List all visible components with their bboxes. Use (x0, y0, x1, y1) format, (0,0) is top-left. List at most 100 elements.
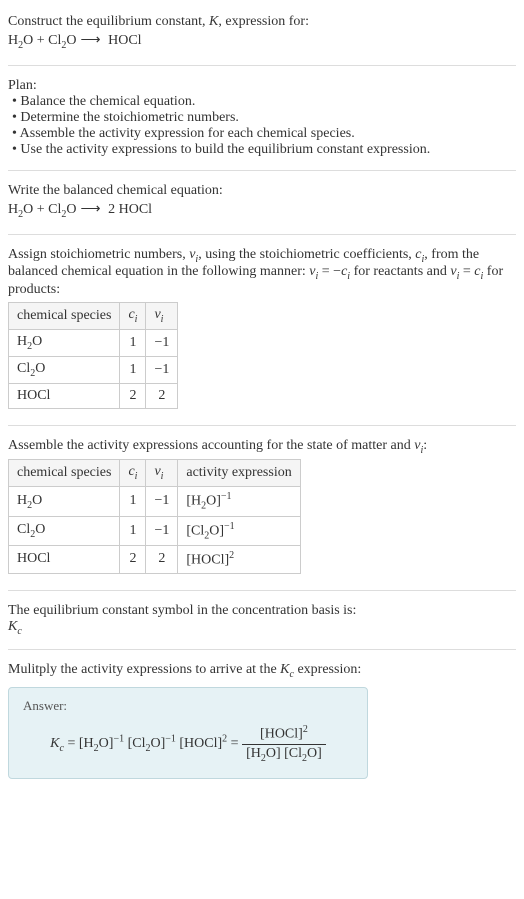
ans-num-lb: [HOCl] (260, 727, 303, 742)
divider (8, 65, 516, 66)
st-h-prefix: Assign stoichiometric numbers, (8, 247, 189, 262)
act-r2-lb: [Cl (186, 523, 204, 538)
eq-plus: + (33, 33, 48, 48)
title-prefix: Construct the equilibrium constant, (8, 14, 209, 29)
multiply-section: Mulitply the activity expressions to arr… (8, 656, 516, 785)
table-row: Cl2O 1 −1 (9, 356, 178, 383)
act-th-nu-sub: i (161, 471, 164, 482)
act-r2-nu: −1 (146, 516, 178, 545)
act-r1-h: H (17, 493, 27, 508)
ans-t2-rb: O] (150, 736, 165, 751)
st-r2-species: Cl2O (9, 356, 120, 383)
answer-fraction: [HOCl]2[H2O] [Cl2O] (242, 724, 326, 763)
ans-den-t1-rb: O] (266, 746, 281, 761)
bal-cl2o-o: O (66, 202, 76, 217)
answer-label: Answer: (23, 698, 353, 714)
st-r1-c: 1 (120, 329, 146, 356)
st-r1-o: O (32, 334, 42, 349)
bal-cl2o-cl: Cl (48, 202, 61, 217)
activity-heading: Assemble the activity expressions accoun… (8, 438, 516, 456)
act-r3-sup: 2 (229, 550, 234, 561)
answer-expression: Kc = [H2O]−1 [Cl2O]−1 [HOCl]2 = [HOCl]2[… (23, 720, 353, 767)
plan-item-3: • Assemble the activity expression for e… (8, 126, 516, 142)
divider (8, 234, 516, 235)
table-row: HOCl 2 2 (9, 383, 178, 408)
table-row: H2O 1 −1 (9, 329, 178, 356)
ans-t1-lb: [H (79, 736, 94, 751)
ans-t2-sup: −1 (165, 734, 176, 745)
divider (8, 590, 516, 591)
ans-num-sup: 2 (303, 724, 308, 735)
act-r1-sup: −1 (221, 491, 232, 502)
act-r3-species: HOCl (9, 546, 120, 574)
act-r2-cl: Cl (17, 522, 30, 537)
st-r1-nu: −1 (146, 329, 178, 356)
eq-h2o-o: O (23, 33, 33, 48)
stoich-table: chemical species ci νi H2O 1 −1 Cl2O 1 −… (8, 302, 178, 408)
plan-item-4: • Use the activity expressions to build … (8, 142, 516, 158)
symbol-section: The equilibrium constant symbol in the c… (8, 597, 516, 643)
st-r3-species: HOCl (9, 383, 120, 408)
bal-arrow: ⟶ (77, 202, 105, 217)
ans-t1-sup: −1 (113, 734, 124, 745)
st-r1-species: H2O (9, 329, 120, 356)
act-th-c: ci (120, 460, 146, 487)
stoich-section: Assign stoichiometric numbers, νi , using… (8, 241, 516, 419)
bal-plus: + (33, 202, 48, 217)
symbol-heading: The equilibrium constant symbol in the c… (8, 603, 516, 619)
table-row: H2O 1 −1 [H2O]−1 (9, 487, 301, 516)
ans-eq2: = (227, 736, 242, 751)
act-r1-lb: [H (186, 494, 201, 509)
balanced-section: Write the balanced chemical equation: H 2… (8, 177, 516, 228)
st-h-mid3: for reactants and (350, 264, 450, 279)
act-th-expr: activity expression (178, 460, 300, 487)
mul-k: K (280, 662, 289, 677)
act-r2-o: O (35, 522, 45, 537)
st-th-c-sub: i (135, 314, 138, 325)
act-r1-o: O (32, 493, 42, 508)
act-r1-expr: [H2O]−1 (178, 487, 300, 516)
eq-cl2o-o: O (66, 33, 76, 48)
plan-item-2: • Determine the stoichiometric numbers. (8, 110, 516, 126)
st-h-mid: , using the stoichiometric coefficients, (198, 247, 415, 262)
act-r2-c: 1 (120, 516, 146, 545)
st-th-nu: νi (146, 303, 178, 330)
title-k: K (209, 14, 218, 29)
plan-heading: Plan: (8, 78, 516, 94)
act-r3-c: 2 (120, 546, 146, 574)
plan-section: Plan: • Balance the chemical equation. •… (8, 72, 516, 164)
act-r1-nu: −1 (146, 487, 178, 516)
st-th-species: chemical species (9, 303, 120, 330)
mul-h-prefix: Mulitply the activity expressions to arr… (8, 662, 280, 677)
multiply-heading: Mulitply the activity expressions to arr… (8, 662, 516, 680)
balanced-heading: Write the balanced chemical equation: (8, 183, 516, 199)
st-r2-nu: −1 (146, 356, 178, 383)
table-row: chemical species ci νi activity expressi… (9, 460, 301, 487)
ans-k: K (50, 736, 59, 751)
act-r1-rb: O] (206, 494, 221, 509)
balanced-equation: H2O + Cl2O⟶ 2 HOCl (8, 199, 516, 222)
act-h-suffix: : (423, 438, 427, 453)
ans-t1-rb: O] (99, 736, 114, 751)
act-th-species: chemical species (9, 460, 120, 487)
table-row: chemical species ci νi (9, 303, 178, 330)
table-row: Cl2O 1 −1 [Cl2O]−1 (9, 516, 301, 545)
title: Construct the equilibrium constant, K, e… (8, 14, 516, 30)
act-r2-sup: −1 (224, 521, 235, 532)
bal-h2o-h: H (8, 202, 18, 217)
act-r3-expr: [HOCl]2 (178, 546, 300, 574)
ans-eq: = (64, 736, 79, 751)
title-suffix: , expression for: (218, 14, 309, 29)
sym-sub: c (17, 626, 21, 637)
act-th-c-sub: i (135, 471, 138, 482)
answer-box: Answer: Kc = [H2O]−1 [Cl2O]−1 [HOCl]2 = … (8, 687, 368, 778)
ans-den-t1-lb: [H (246, 746, 261, 761)
divider (8, 649, 516, 650)
bal-h2o-o: O (23, 202, 33, 217)
divider (8, 170, 516, 171)
ans-frac-num: [HOCl]2 (242, 724, 326, 745)
ans-t2-lb: [Cl (128, 736, 146, 751)
bal-rhs: 2 HOCl (105, 202, 152, 217)
st-r2-cl: Cl (17, 361, 30, 376)
stoich-heading: Assign stoichiometric numbers, νi, using… (8, 247, 516, 299)
